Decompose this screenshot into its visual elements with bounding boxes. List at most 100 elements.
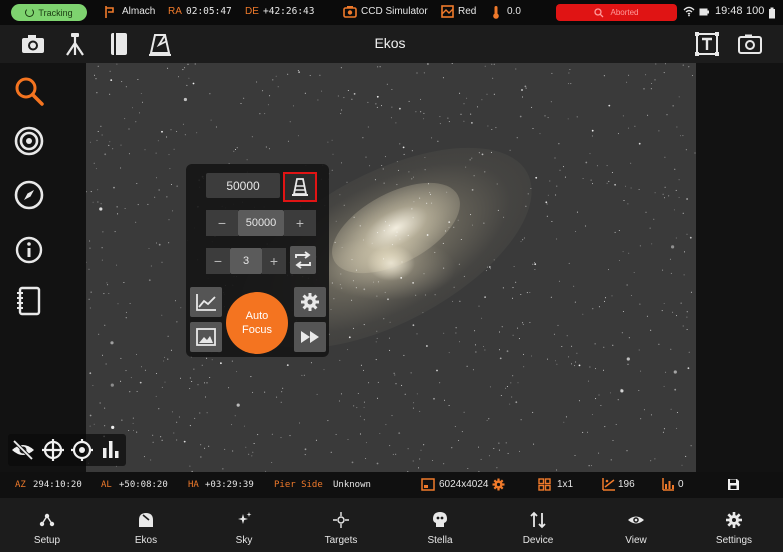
step-decrease-button[interactable]: − xyxy=(206,210,238,236)
ha-value: +03:29:39 xyxy=(205,480,254,490)
setup-icon xyxy=(38,511,56,529)
thermometer-icon xyxy=(492,5,500,19)
pier-side-label: Pier Side xyxy=(274,480,323,490)
nav-view[interactable]: View xyxy=(596,498,676,552)
clock: 19:48 xyxy=(715,5,743,17)
bottom-navigation: Setup Ekos Sky Targets Stella Device View Setti… xyxy=(0,498,783,552)
stella-icon xyxy=(431,511,449,529)
status-bar: Tracking Almach RA 02:05:47 DE +42:26:43… xyxy=(0,0,783,25)
center-target-icon[interactable] xyxy=(70,438,94,462)
frame-settings-icon[interactable] xyxy=(492,478,505,491)
nav-label: Setup xyxy=(33,535,61,546)
hide-overlay-icon[interactable] xyxy=(11,439,35,461)
compass-icon[interactable] xyxy=(14,180,44,210)
filter-name: Red xyxy=(458,6,477,17)
page-title: Ekos xyxy=(374,35,406,51)
pier-side-value: Unknown xyxy=(333,480,371,490)
ha-label: HA xyxy=(188,480,199,490)
step-input[interactable]: 50000 xyxy=(238,210,284,236)
sky-icon xyxy=(235,511,253,529)
ra-value: 02:05:47 xyxy=(186,6,232,17)
sky-image-viewer[interactable] xyxy=(86,63,696,472)
histogram-icon[interactable] xyxy=(101,439,121,459)
nav-label: View xyxy=(625,535,647,546)
abort-label: Aborted xyxy=(610,8,639,17)
dome-icon[interactable] xyxy=(147,31,173,57)
resolution-value: 6024x4024 xyxy=(439,479,489,490)
nav-ekos[interactable]: Ekos xyxy=(106,498,186,552)
image-icon xyxy=(196,328,216,346)
settings-icon xyxy=(725,511,743,529)
nav-device[interactable]: Device xyxy=(498,498,578,552)
focuser-icon xyxy=(290,177,310,197)
battery-icon xyxy=(699,7,709,17)
al-label: AL xyxy=(101,480,112,490)
fast-forward-button[interactable] xyxy=(294,322,326,352)
search-icon xyxy=(594,7,604,18)
view-icon xyxy=(627,511,645,529)
target-icon[interactable] xyxy=(14,126,44,156)
battery-level-icon xyxy=(768,7,776,19)
search-icon[interactable] xyxy=(14,76,44,106)
telescope-mount-icon[interactable] xyxy=(62,31,88,57)
tracking-status-pill[interactable]: Tracking xyxy=(11,4,87,21)
focus-settings-button[interactable] xyxy=(294,287,326,317)
step-increase-button[interactable]: + xyxy=(284,210,316,236)
nav-stella[interactable]: Stella xyxy=(400,498,480,552)
autofocus-button[interactable]: Auto Focus xyxy=(226,292,288,354)
resolution-icon xyxy=(421,478,435,491)
count-input[interactable]: 3 xyxy=(230,248,262,274)
crosshair-icon[interactable] xyxy=(41,438,65,462)
nav-label: Sky xyxy=(235,535,253,546)
focuser-button[interactable] xyxy=(283,172,317,202)
nav-sky[interactable]: Sky xyxy=(204,498,284,552)
nav-settings[interactable]: Settings xyxy=(694,498,774,552)
snapshot-icon[interactable] xyxy=(737,31,763,57)
nav-setup[interactable]: Setup xyxy=(7,498,87,552)
logbook-icon[interactable] xyxy=(14,286,44,316)
nav-label: Device xyxy=(522,535,554,546)
tracking-label: Tracking xyxy=(38,7,73,18)
mount-icon xyxy=(104,5,116,19)
device-icon xyxy=(529,511,547,529)
count-increase-button[interactable]: + xyxy=(262,248,286,274)
de-label: DE xyxy=(245,6,259,17)
targets-icon xyxy=(332,511,350,529)
exposure-display[interactable]: 50000 xyxy=(206,173,280,198)
de-value: +42:26:43 xyxy=(263,6,315,17)
count-decrease-button[interactable]: − xyxy=(206,248,230,274)
nav-label: Ekos xyxy=(134,535,158,546)
filter-icon xyxy=(441,5,454,18)
frame-preview-button[interactable] xyxy=(190,322,222,352)
autofocus-label-line1: Auto xyxy=(245,310,269,322)
loop-button[interactable] xyxy=(290,246,316,274)
star-field xyxy=(86,63,696,472)
text-overlay-icon[interactable] xyxy=(694,31,720,57)
autofocus-label-line2: Focus xyxy=(242,324,272,336)
camera-name: CCD Simulator xyxy=(361,6,428,17)
nav-label: Stella xyxy=(427,535,453,546)
nav-targets[interactable]: Targets xyxy=(301,498,381,552)
save-icon[interactable] xyxy=(727,478,740,491)
hfr-graph-button[interactable] xyxy=(190,287,222,317)
binning-icon xyxy=(538,478,551,491)
tracking-icon xyxy=(25,8,35,17)
frames-icon xyxy=(662,477,675,491)
ekos-icon xyxy=(137,511,155,529)
al-value: +50:08:20 xyxy=(119,480,168,490)
capture-camera-icon[interactable] xyxy=(20,31,46,57)
stars-icon xyxy=(602,477,616,491)
nav-label: Targets xyxy=(324,535,358,546)
frames-value: 0 xyxy=(678,479,684,490)
info-icon[interactable] xyxy=(14,235,44,265)
abort-status-pill[interactable]: Aborted xyxy=(556,4,677,21)
fast-forward-icon xyxy=(300,330,320,344)
target-name: Almach xyxy=(122,6,156,17)
temperature-value: 0.0 xyxy=(507,6,521,17)
gear-icon xyxy=(300,292,320,312)
binning-value: 1x1 xyxy=(557,479,574,490)
camera-icon xyxy=(343,5,357,18)
ra-label: RA xyxy=(168,6,182,17)
notebook-icon[interactable] xyxy=(106,31,132,57)
az-value: 294:10:20 xyxy=(33,480,82,490)
